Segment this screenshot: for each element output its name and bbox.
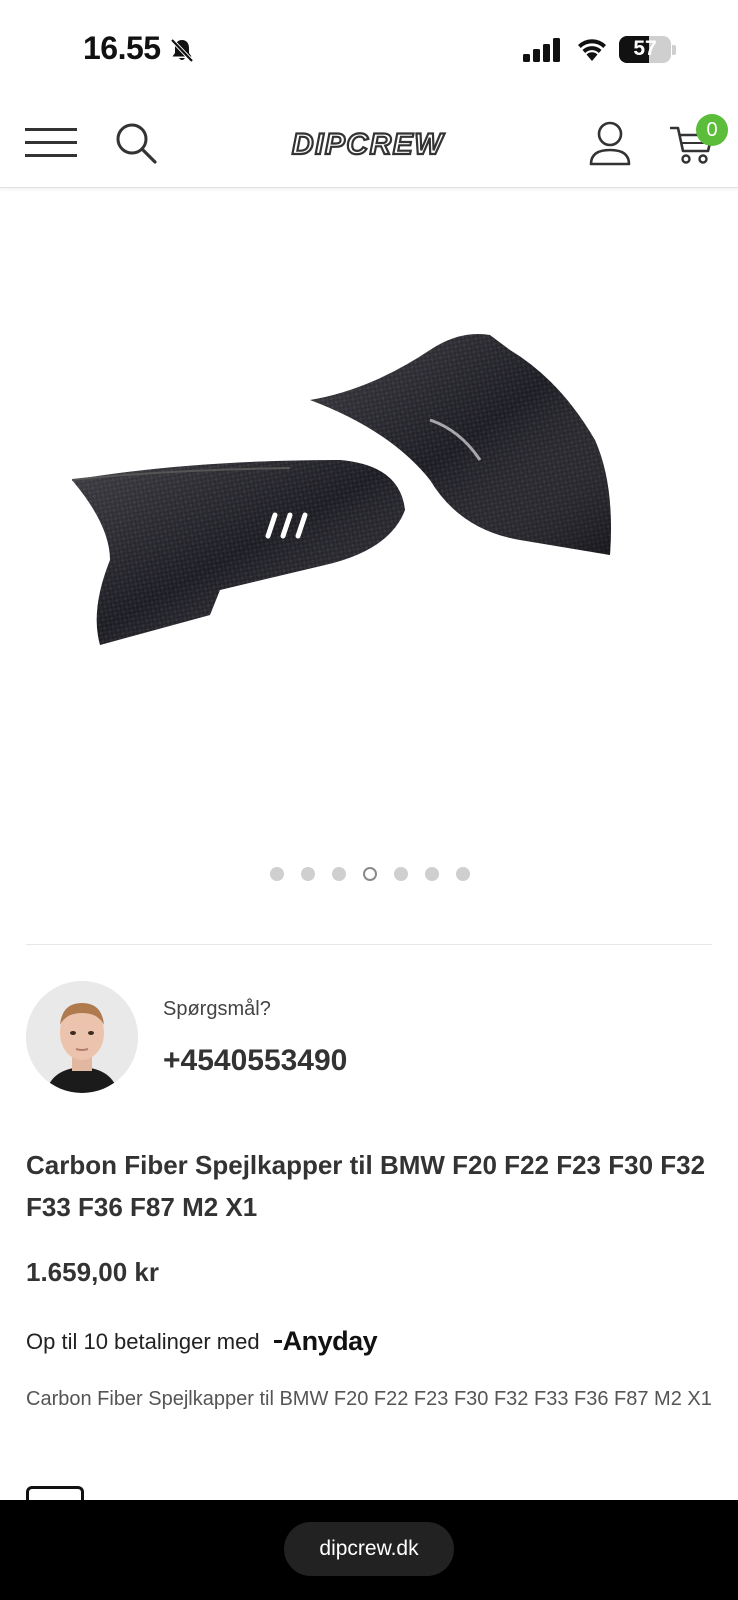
- site-header: DIPCREW 0: [0, 100, 738, 188]
- installments-info: Op til 10 betalinger med Anyday: [26, 1326, 378, 1357]
- dipcrew-logo[interactable]: DIPCREW: [272, 128, 464, 160]
- battery-indicator: 57: [619, 36, 671, 63]
- browser-url-bar[interactable]: dipcrew.dk: [284, 1522, 454, 1576]
- installments-text: Op til 10 betalinger med: [26, 1328, 260, 1354]
- hamburger-menu-icon[interactable]: [25, 126, 77, 160]
- status-time: 16.55: [83, 30, 161, 66]
- product-title: Carbon Fiber Spejlkapper til BMW F20 F22…: [26, 1150, 706, 1222]
- anyday-logo-text: Anyday: [282, 1326, 378, 1356]
- cellular-signal-icon: [523, 38, 560, 62]
- gallery-dot-7[interactable]: [455, 867, 470, 881]
- avatar-photo: [26, 981, 138, 1093]
- gallery-dot-5[interactable]: [393, 867, 408, 881]
- status-bar: 16.55 57: [0, 0, 738, 100]
- account-icon[interactable]: [588, 120, 632, 166]
- gallery-pagination: [0, 867, 738, 883]
- gallery-dot-4[interactable]: [362, 867, 377, 881]
- anyday-logo: Anyday: [273, 1326, 378, 1357]
- gallery-dot-3[interactable]: [331, 867, 346, 881]
- anyday-dash: [273, 1340, 282, 1343]
- product-gallery[interactable]: [0, 190, 738, 860]
- wifi-icon: [578, 39, 606, 61]
- battery-cap: [672, 45, 676, 55]
- logo-text: DIPCREW: [292, 128, 445, 160]
- gallery-dot-6[interactable]: [424, 867, 439, 881]
- search-icon[interactable]: [114, 121, 158, 165]
- browser-bottom-bar: dipcrew.dk: [0, 1500, 738, 1600]
- divider: [26, 944, 712, 945]
- product-description: Carbon Fiber Spejlkapper til BMW F20 F22…: [26, 1388, 712, 1410]
- product-image[interactable]: [40, 310, 700, 690]
- gallery-dot-1[interactable]: [269, 867, 284, 881]
- contact-question: Spørgsmål?: [163, 998, 271, 1020]
- cart-count-badge: 0: [696, 114, 728, 146]
- product-price: 1.659,00 kr: [26, 1257, 160, 1287]
- support-avatar: [26, 981, 138, 1093]
- contact-phone-link[interactable]: +4540553490: [163, 1044, 347, 1078]
- bell-muted-icon: [170, 38, 194, 63]
- battery-percent: 57: [633, 37, 657, 60]
- gallery-dot-2[interactable]: [300, 867, 315, 881]
